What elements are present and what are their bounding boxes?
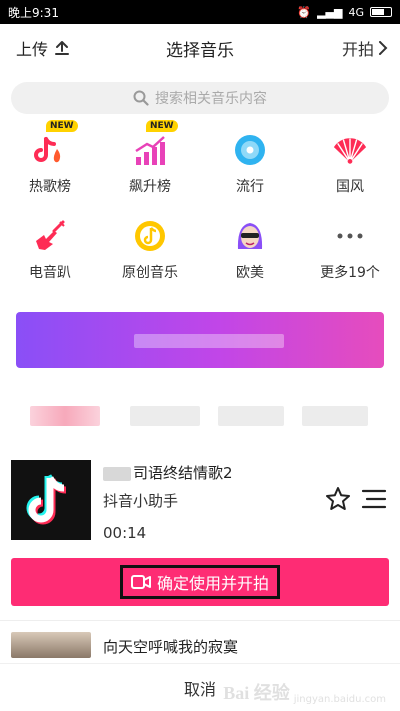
category-western[interactable]: 欧美 xyxy=(200,218,300,282)
avatar-sunglasses-icon xyxy=(232,218,268,254)
track-name-text: 司语终结情歌2 xyxy=(133,464,233,482)
track-name: 向天空呼喊我的寂寞 xyxy=(103,638,239,656)
track-duration: 00:14 xyxy=(103,524,147,542)
tab-blurred[interactable] xyxy=(30,406,100,426)
track-item-selected[interactable]: 司语终结情歌2 抖音小助手 00:14 xyxy=(11,460,389,542)
search-input[interactable]: 搜索相关音乐内容 xyxy=(11,82,389,114)
camera-icon xyxy=(130,575,151,589)
battery-icon xyxy=(370,7,392,17)
track-artist: 抖音小助手 xyxy=(103,492,179,510)
header: 上传 选择音乐 开拍 xyxy=(0,24,400,72)
tab-blurred[interactable] xyxy=(130,406,200,426)
tab-blurred[interactable] xyxy=(302,406,368,426)
category-label: 热歌榜 xyxy=(29,179,71,195)
guitar-icon xyxy=(32,218,68,254)
promo-banner[interactable] xyxy=(16,312,384,368)
watermark: Bai 经验 jingyan.baidu.com xyxy=(223,679,386,705)
track-cover xyxy=(11,632,91,658)
search-icon xyxy=(133,90,149,106)
music-note-icon xyxy=(132,218,168,254)
hot-chart-icon: NEW xyxy=(32,120,78,168)
network-label: 4G xyxy=(348,5,364,19)
category-more[interactable]: 更多19个 xyxy=(300,218,400,282)
track-cover xyxy=(11,460,91,540)
watermark-url: jingyan.baidu.com xyxy=(293,694,386,705)
category-rising-chart[interactable]: NEW 飙升榜 xyxy=(100,120,200,196)
favorite-star-icon[interactable] xyxy=(325,486,351,512)
rising-chart-icon: NEW xyxy=(132,120,178,168)
alarm-icon: ⏰ xyxy=(297,5,312,19)
new-badge: NEW xyxy=(46,120,78,132)
fan-icon xyxy=(332,132,368,168)
more-icon xyxy=(332,218,368,254)
tab-blurred[interactable] xyxy=(218,406,284,426)
category-label: 电音趴 xyxy=(29,265,71,281)
confirm-highlight: 确定使用并开拍 xyxy=(119,565,280,599)
divider xyxy=(0,620,400,621)
start-label: 开拍 xyxy=(341,40,374,59)
category-label: 欧美 xyxy=(236,265,264,281)
disc-icon xyxy=(232,132,268,168)
category-chinese-style[interactable]: 国风 xyxy=(300,132,400,196)
tiktok-logo-icon xyxy=(26,474,67,525)
cancel-button[interactable]: 取消 Bai 经验 jingyan.baidu.com xyxy=(0,663,400,711)
category-edm[interactable]: 电音趴 xyxy=(0,218,100,282)
category-pop[interactable]: 流行 xyxy=(200,132,300,196)
status-time: 晚上9:31 xyxy=(8,5,59,20)
status-icons: ⏰ ▂▄▆ 4G xyxy=(297,6,392,19)
name-blur xyxy=(103,466,131,481)
search-placeholder: 搜索相关音乐内容 xyxy=(155,91,267,107)
category-label: 飙升榜 xyxy=(129,179,171,195)
upload-label: 上传 xyxy=(16,40,49,59)
category-hot-chart[interactable]: NEW 热歌榜 xyxy=(0,120,100,196)
track-item[interactable]: 向天空呼喊我的寂寞 xyxy=(11,632,389,662)
track-menu-icon[interactable] xyxy=(361,488,387,510)
music-tabs-blurred xyxy=(0,406,400,428)
category-original[interactable]: 原创音乐 xyxy=(100,218,200,282)
banner-text-blurred xyxy=(134,334,284,348)
new-badge: NEW xyxy=(146,120,178,132)
watermark-logo: Bai 经验 xyxy=(223,683,290,703)
status-bar: 晚上9:31 ⏰ ▂▄▆ 4G xyxy=(0,0,400,24)
category-label: 原创音乐 xyxy=(122,265,178,281)
category-label: 更多19个 xyxy=(320,265,380,281)
confirm-label: 确定使用并开拍 xyxy=(156,574,269,593)
music-picker-sheet: 上传 选择音乐 开拍 搜索相关音乐内容 NEW 热歌榜 NEW 飙升榜 流行 国… xyxy=(0,24,400,711)
cancel-label: 取消 xyxy=(183,679,216,699)
category-label: 国风 xyxy=(336,179,364,195)
confirm-and-shoot-button[interactable]: 确定使用并开拍 xyxy=(11,558,389,606)
signal-icon: ▂▄▆ xyxy=(317,5,343,19)
chevron-right-icon xyxy=(379,41,388,55)
start-shoot-button[interactable]: 开拍 xyxy=(342,36,388,60)
category-label: 流行 xyxy=(236,179,264,195)
upload-button[interactable]: 上传 xyxy=(16,36,70,60)
upload-icon xyxy=(55,41,70,55)
track-name: 司语终结情歌2 xyxy=(103,462,233,483)
